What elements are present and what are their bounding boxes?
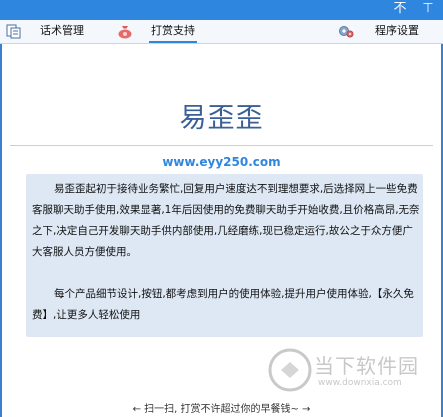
watermark-url: www.downxia.com bbox=[318, 378, 402, 388]
watermark-circle-icon bbox=[268, 348, 312, 392]
site-url-link[interactable]: www.eyy250.com bbox=[0, 155, 443, 169]
close-button[interactable]: ⊤ bbox=[421, 2, 435, 16]
description-paragraph-2: 每个产品细节设计,按钮,都考虑到用户的使用体验,提升用户使用体验,【永久免费】,… bbox=[32, 288, 414, 321]
footer-hint: ← 扫一扫, 打赏不许超过你的早餐钱~ → bbox=[132, 404, 311, 415]
gear-icon bbox=[339, 26, 354, 38]
description-box: 易歪歪起初于接待业务繁忙,回复用户速度达不到理想要求,后选择网上一些免费客服聊天… bbox=[26, 174, 423, 337]
app-title: 易歪歪 bbox=[179, 103, 264, 134]
watermark-text: 当下软件园 bbox=[314, 354, 419, 378]
watermark-logo: 当下软件园 www.downxia.com bbox=[268, 348, 428, 408]
document-icon bbox=[6, 24, 21, 39]
divider bbox=[10, 145, 433, 146]
description-paragraph-1: 易歪歪起初于接待业务繁忙,回复用户速度达不到理想要求,后选择网上一些免费客服聊天… bbox=[32, 183, 420, 258]
tab-script-management[interactable]: 话术管理 bbox=[40, 20, 84, 42]
money-bag-icon bbox=[118, 26, 132, 39]
tab-program-settings[interactable]: 程序设置 bbox=[375, 20, 419, 42]
pin-icon[interactable]: 不 bbox=[393, 2, 407, 16]
tab-donate-support[interactable]: 打赏支持 bbox=[149, 20, 197, 43]
title-bar: 不 ⊤ bbox=[0, 0, 443, 20]
tab-bar: 话术管理 打赏支持 程序设置 bbox=[0, 20, 443, 44]
